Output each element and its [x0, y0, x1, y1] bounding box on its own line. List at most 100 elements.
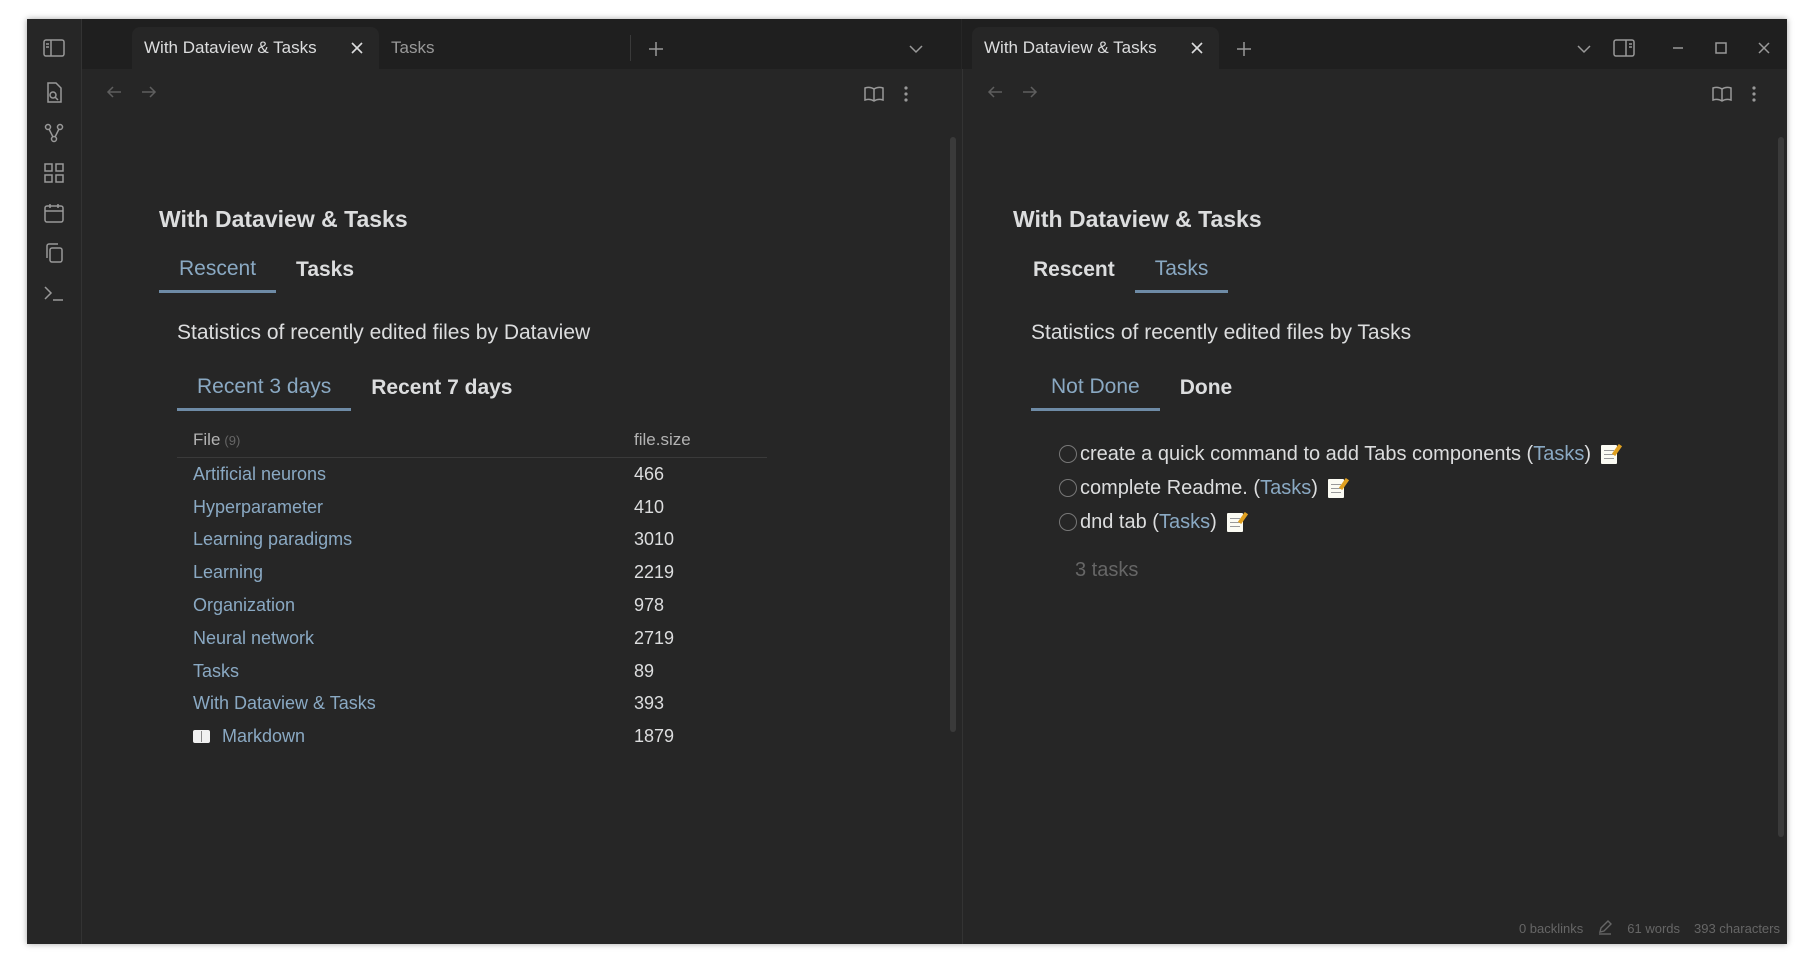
grid-icon[interactable]: [41, 160, 67, 186]
task-text: create a quick command to add Tabs compo…: [1080, 442, 1534, 465]
right-editor-pane: With Dataview & Tasks Rescent Tasks Stat…: [962, 69, 1787, 944]
task-checkbox[interactable]: [1059, 513, 1077, 531]
reading-view-icon[interactable]: [1708, 80, 1736, 108]
sub-tabs: Not Done Done: [1031, 365, 1252, 411]
table-row: Learning paradigms 3010: [177, 524, 767, 557]
forward-arrow-icon[interactable]: [135, 77, 163, 107]
left-ribbon: [27, 19, 82, 944]
tab-done[interactable]: Done: [1160, 365, 1253, 411]
file-link[interactable]: Artificial neurons: [177, 464, 634, 485]
terminal-icon[interactable]: [41, 280, 67, 306]
task-checkbox[interactable]: [1059, 445, 1077, 463]
task-link[interactable]: Tasks: [1533, 443, 1584, 466]
chevron-down-icon[interactable]: [1570, 35, 1598, 63]
column-header-file-size[interactable]: file.size: [634, 430, 691, 450]
search-file-icon[interactable]: [41, 80, 67, 106]
page-title: With Dataview & Tasks: [1013, 206, 1262, 232]
more-options-icon[interactable]: [1740, 80, 1768, 108]
column-header-file[interactable]: File (9): [177, 430, 634, 450]
file-size: 2219: [634, 562, 675, 583]
right-sidebar-toggle-icon[interactable]: [1610, 34, 1638, 62]
tab-with-dataview-tasks-right[interactable]: With Dataview & Tasks: [972, 27, 1219, 69]
file-size: 410: [634, 496, 665, 517]
scrollbar[interactable]: [950, 137, 956, 732]
file-size: 393: [634, 693, 665, 714]
memo-icon: [1327, 478, 1344, 498]
file-link[interactable]: Learning: [177, 562, 634, 583]
task-link[interactable]: Tasks: [1260, 477, 1311, 500]
table-row: Tasks 89: [177, 655, 767, 688]
file-link[interactable]: Tasks: [177, 661, 634, 682]
file-size: 1879: [634, 726, 675, 747]
task-list: create a quick command to add Tabs compo…: [1059, 437, 1618, 539]
memo-icon: [1601, 444, 1618, 464]
sub-tabs: Recent 3 days Recent 7 days: [177, 365, 533, 411]
back-arrow-icon[interactable]: [100, 77, 128, 107]
left-editor-pane: With Dataview & Tasks Rescent Tasks Stat…: [82, 69, 961, 944]
tab-not-done[interactable]: Not Done: [1031, 365, 1160, 411]
calendar-icon[interactable]: [41, 200, 67, 226]
task-item: complete Readme. (Tasks): [1059, 471, 1617, 505]
file-size: 466: [634, 463, 665, 484]
left-tab-bar: With Dataview & Tasks Tasks: [82, 19, 961, 69]
scrollbar[interactable]: [1778, 137, 1784, 837]
new-tab-icon[interactable]: [1230, 35, 1258, 63]
tab-rescent[interactable]: Rescent: [159, 247, 277, 293]
table-row: Neural network 2719: [177, 622, 767, 655]
character-count: 393 characters: [1694, 921, 1780, 936]
table-row: Hyperparameter 410: [177, 491, 767, 524]
task-count: 3 tasks: [1075, 559, 1139, 581]
task-text: dnd tab (: [1080, 510, 1159, 533]
main-tabs: Rescent Tasks: [159, 247, 374, 293]
reading-view-icon[interactable]: [860, 80, 888, 108]
copy-icon[interactable]: [41, 240, 67, 266]
task-checkbox[interactable]: [1059, 479, 1077, 497]
file-size: 2719: [634, 627, 675, 648]
table-row: Markdown 1879: [177, 720, 767, 753]
graph-icon[interactable]: [41, 120, 67, 146]
forward-arrow-icon[interactable]: [1016, 77, 1044, 107]
file-count: (9): [224, 433, 241, 448]
file-size: 89: [634, 660, 655, 681]
status-bar: 0 backlinks 61 words 393 characters: [1519, 919, 1780, 938]
word-count: 61 words: [1627, 921, 1680, 936]
table-row: Artificial neurons 466: [177, 458, 767, 491]
back-arrow-icon[interactable]: [981, 77, 1009, 107]
file-link[interactable]: Organization: [177, 595, 634, 616]
tab-label: Tasks: [391, 38, 435, 57]
right-tab-bar: With Dataview & Tasks: [962, 19, 1787, 69]
tab-recent-3-days[interactable]: Recent 3 days: [177, 365, 352, 411]
file-link[interactable]: Neural network: [177, 628, 634, 649]
backlinks-count[interactable]: 0 backlinks: [1519, 921, 1583, 936]
tab-tasks[interactable]: Tasks: [276, 247, 374, 293]
tab-rescent[interactable]: Rescent: [1013, 247, 1135, 293]
tab-tasks[interactable]: Tasks: [379, 27, 599, 69]
new-tab-icon[interactable]: [642, 35, 670, 63]
file-link[interactable]: Hyperparameter: [177, 497, 634, 518]
tab-divider: [630, 35, 631, 61]
main-tabs: Rescent Tasks: [1013, 247, 1229, 293]
tab-recent-7-days[interactable]: Recent 7 days: [351, 365, 532, 411]
task-text: complete Readme. (: [1080, 476, 1261, 499]
file-link[interactable]: With Dataview & Tasks: [177, 693, 634, 714]
book-icon: [193, 730, 210, 744]
minimize-icon[interactable]: [1664, 34, 1692, 62]
tab-with-dataview-tasks[interactable]: With Dataview & Tasks: [132, 27, 379, 69]
window-close-icon[interactable]: [1750, 34, 1778, 62]
sidebar-toggle-icon[interactable]: [41, 35, 67, 61]
file-link-with-icon[interactable]: Markdown: [177, 726, 634, 747]
close-icon[interactable]: [347, 38, 367, 58]
close-icon[interactable]: [1187, 38, 1207, 58]
chevron-down-icon[interactable]: [902, 35, 930, 63]
task-link[interactable]: Tasks: [1159, 511, 1210, 534]
pencil-icon[interactable]: [1597, 919, 1613, 938]
table-row: With Dataview & Tasks 393: [177, 688, 767, 721]
file-link[interactable]: Learning paradigms: [177, 529, 634, 550]
tab-tasks[interactable]: Tasks: [1134, 247, 1229, 293]
table-row: Organization 978: [177, 589, 767, 622]
table-row: Learning 2219: [177, 556, 767, 589]
more-options-icon[interactable]: [892, 80, 920, 108]
dataview-table: File (9) file.size Artificial neurons 466 …: [177, 423, 767, 753]
maximize-icon[interactable]: [1707, 34, 1735, 62]
stat-description: Statistics of recently edited files by T…: [1031, 321, 1412, 344]
